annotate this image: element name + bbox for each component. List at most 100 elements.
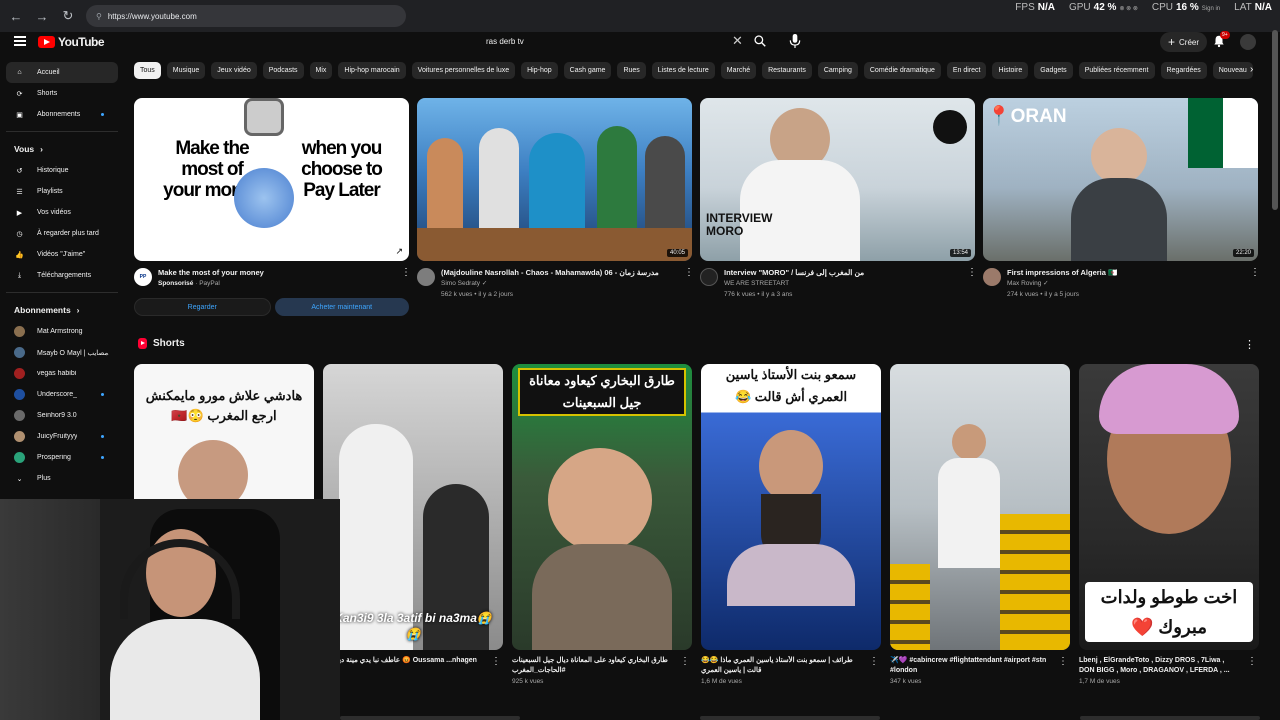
sidebar-item-playlists[interactable]: ☰ Playlists <box>6 181 118 202</box>
chip-5[interactable]: Hip-hop marocain <box>338 62 406 79</box>
chip-13[interactable]: Camping <box>817 62 858 79</box>
more-options-icon[interactable]: ⋮ <box>680 656 690 667</box>
chip-19[interactable]: Regardées <box>1160 62 1207 79</box>
sidebar-subscription-2[interactable]: vegas habibi <box>6 363 118 384</box>
chip-3[interactable]: Podcasts <box>262 62 304 79</box>
clear-search-icon[interactable]: ✕ <box>732 33 743 49</box>
video-title[interactable]: (Majdouline Nasrollah - Chaos - Mahamawd… <box>441 268 671 278</box>
watch-ad-button[interactable]: Regarder <box>134 298 271 316</box>
sidebar-item-history[interactable]: ↺ Historique <box>6 160 118 181</box>
channel-avatar[interactable] <box>983 268 1001 286</box>
more-options-icon[interactable]: ⋮ <box>1247 656 1257 667</box>
microphone-icon[interactable] <box>788 32 802 50</box>
channel-avatar <box>14 410 25 421</box>
menu-icon[interactable] <box>14 36 26 46</box>
channel-name[interactable]: Max Roving ✓ <box>1007 278 1258 289</box>
paypal-avatar[interactable]: PP <box>134 268 152 286</box>
more-options-icon[interactable]: ⋮ <box>1058 656 1068 667</box>
account-avatar[interactable] <box>1240 34 1256 50</box>
chip-1[interactable]: Musique <box>166 62 206 79</box>
sidebar-item-watch-later[interactable]: ◷ À regarder plus tard <box>6 223 118 244</box>
site-info-icon[interactable]: ⚲ <box>96 12 102 21</box>
chip-15[interactable]: En direct <box>946 62 987 79</box>
chip-10[interactable]: Listes de lecture <box>651 62 715 79</box>
page-scrollbar[interactable] <box>1272 30 1278 210</box>
chip-6[interactable]: Voitures personnelles de luxe <box>411 62 516 79</box>
youtube-logo[interactable]: YouTube <box>38 35 105 49</box>
subscriptions-list: Mat Armstrong Msayb O Mayl | مصايب... vega… <box>6 321 118 468</box>
forward-icon[interactable]: → <box>34 8 50 24</box>
more-options-icon[interactable]: ⋮ <box>869 656 879 667</box>
sidebar-item-your-videos[interactable]: ▶ Vos vidéos <box>6 202 118 223</box>
ad-sponsor-line: Sponsorisé · PayPal <box>158 280 220 287</box>
more-options-icon[interactable]: ⋮ <box>1250 268 1260 278</box>
short-title[interactable]: طارق البخاري كيعاود على المعاناة ديال جي… <box>512 656 674 676</box>
reload-icon[interactable]: ↻ <box>60 8 76 24</box>
video-thumbnail[interactable]: 40:05 <box>417 98 692 261</box>
more-options-icon[interactable]: ⋮ <box>1244 338 1255 351</box>
short-title[interactable]: عاطف نبا يدي مينة ديال كو 😡 Oussama ...n… <box>323 656 485 676</box>
search-box: ✕ <box>478 30 780 52</box>
sidebar-subscription-3[interactable]: Underscore_ <box>6 384 118 405</box>
sidebar-subscription-1[interactable]: Msayb O Mayl | مصايب... <box>6 342 118 363</box>
chip-18[interactable]: Publiées récemment <box>1078 62 1155 79</box>
short-thumbnail[interactable]: اخت طوطو ولدات مبروك ❤️ <box>1079 364 1259 650</box>
create-button[interactable]: + Créer <box>1160 32 1208 52</box>
chevron-right-icon[interactable]: › <box>1250 64 1253 75</box>
ad-title[interactable]: Make the most of your money <box>158 268 388 278</box>
sidebar-subscriptions-heading[interactable]: Abonnements › <box>6 299 118 321</box>
chip-14[interactable]: Comédie dramatique <box>863 62 941 79</box>
logo-text: YouTube <box>58 35 105 49</box>
video-thumbnail[interactable]: 📍ORAN 22:20 <box>983 98 1258 261</box>
chip-11[interactable]: Marché <box>720 62 757 79</box>
channel-name[interactable]: Simo Sedraty ✓ <box>441 278 692 289</box>
search-icon[interactable] <box>753 34 767 48</box>
expand-icon[interactable]: ↗ <box>395 246 403 257</box>
sidebar-subscription-4[interactable]: Seinhor9 3.0 <box>6 405 118 426</box>
back-icon[interactable]: ← <box>8 8 24 24</box>
sidebar-item-downloads[interactable]: ⤓ Téléchargements <box>6 265 118 286</box>
chip-12[interactable]: Restaurants <box>762 62 812 79</box>
sidebar-you-heading[interactable]: Vous › <box>6 138 118 160</box>
video-title[interactable]: Interview "MORO" / من المغرب إلى فرنسا <box>724 268 954 278</box>
short-thumbnail[interactable]: Kan3i9 3la 3atif bi na3ma😭😭 <box>323 364 503 650</box>
sidebar-subscription-6[interactable]: Prospering <box>6 447 118 468</box>
more-options-icon[interactable]: ⋮ <box>401 268 411 278</box>
chip-7[interactable]: Hip-hop <box>521 62 558 79</box>
short-title[interactable]: ✈️💜 #cabincrew #flightattendant #airport… <box>890 656 1052 676</box>
chip-8[interactable]: Cash game <box>563 62 612 79</box>
more-options-icon[interactable]: ⋮ <box>684 268 694 278</box>
history-icon: ↺ <box>16 167 23 175</box>
chip-4[interactable]: Mix <box>309 62 333 79</box>
sidebar-subscription-5[interactable]: JuicyFruityyy <box>6 426 118 447</box>
chip-9[interactable]: Rues <box>617 62 646 79</box>
channel-name[interactable]: WE ARE STREETART <box>724 278 975 289</box>
buy-now-button[interactable]: Acheter maintenant <box>274 298 409 316</box>
sidebar-item-liked-videos[interactable]: 👍 Vidéos "J'aime" <box>6 244 118 265</box>
short-thumbnail[interactable]: سمعو بنت الأستاذ ياسين العمري أش قالت 😂 <box>701 364 881 650</box>
short-title[interactable]: Lbenj , ElGrandeToto , Dizzy DROS , 7Liw… <box>1079 656 1241 676</box>
sidebar-item-shorts[interactable]: ⟳ Shorts <box>6 83 118 104</box>
short-thumbnail[interactable]: طارق البخاري كيعاود معاناة جيل السبعينات <box>512 364 692 650</box>
search-input[interactable] <box>478 36 718 46</box>
sidebar-item-home[interactable]: ⌂ Accueil <box>6 62 118 83</box>
sidebar-subscription-0[interactable]: Mat Armstrong <box>6 321 118 342</box>
ad-thumbnail[interactable]: Make the most of your money when you cho… <box>134 98 409 261</box>
chip-20[interactable]: Nouveau <box>1212 62 1253 79</box>
channel-avatar[interactable] <box>417 268 435 286</box>
chip-2[interactable]: Jeux vidéo <box>211 62 257 79</box>
more-options-icon[interactable]: ⋮ <box>967 268 977 278</box>
sidebar-item-subscriptions[interactable]: ▣ Abonnements <box>6 104 118 125</box>
video-title[interactable]: First impressions of Algeria 🇩🇿 <box>1007 268 1237 278</box>
video-thumbnail[interactable]: INTERVIEW MORO 13:54 <box>700 98 975 261</box>
chip-16[interactable]: Histoire <box>992 62 1029 79</box>
sidebar-item-more[interactable]: ⌄ Plus <box>6 468 118 489</box>
wall <box>0 499 100 720</box>
address-bar[interactable]: ⚲ https://www.youtube.com <box>86 5 406 27</box>
short-thumbnail[interactable] <box>890 364 1070 650</box>
chip-0[interactable]: Tous <box>134 62 161 79</box>
channel-avatar[interactable] <box>700 268 718 286</box>
chip-17[interactable]: Gadgets <box>1034 62 1073 79</box>
short-title[interactable]: 😂😂 طرائف | سمعو بنت الأستاذ ياسين العمري… <box>701 656 863 676</box>
more-options-icon[interactable]: ⋮ <box>491 656 501 667</box>
